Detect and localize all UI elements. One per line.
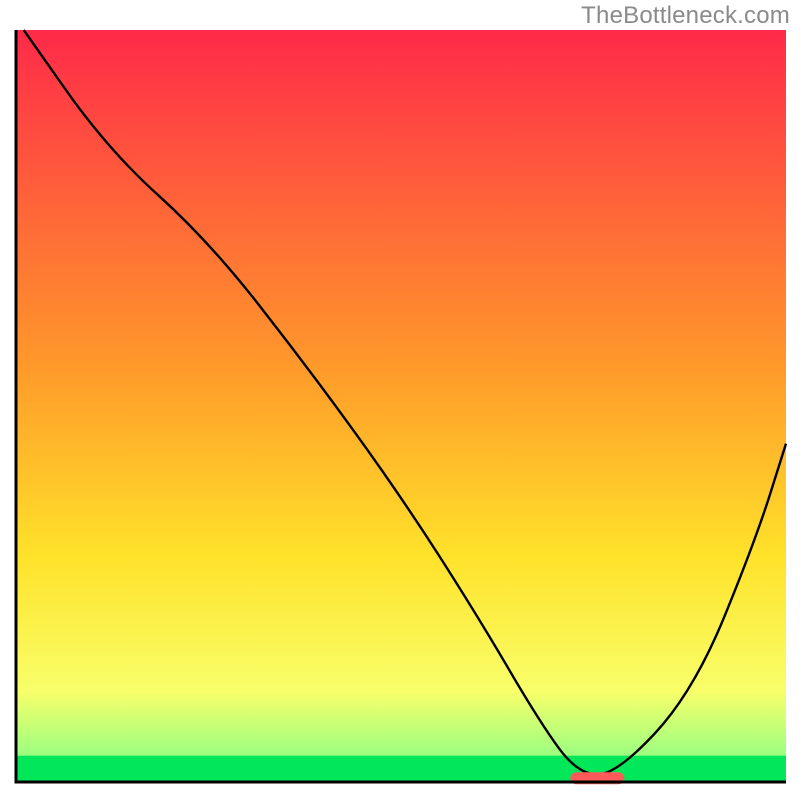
chart-stage: TheBottleneck.com <box>0 0 800 800</box>
watermark-text: TheBottleneck.com <box>581 2 790 30</box>
plot-gradient-background <box>16 30 786 782</box>
bottleneck-chart <box>0 0 800 800</box>
baseline-band <box>16 756 786 782</box>
